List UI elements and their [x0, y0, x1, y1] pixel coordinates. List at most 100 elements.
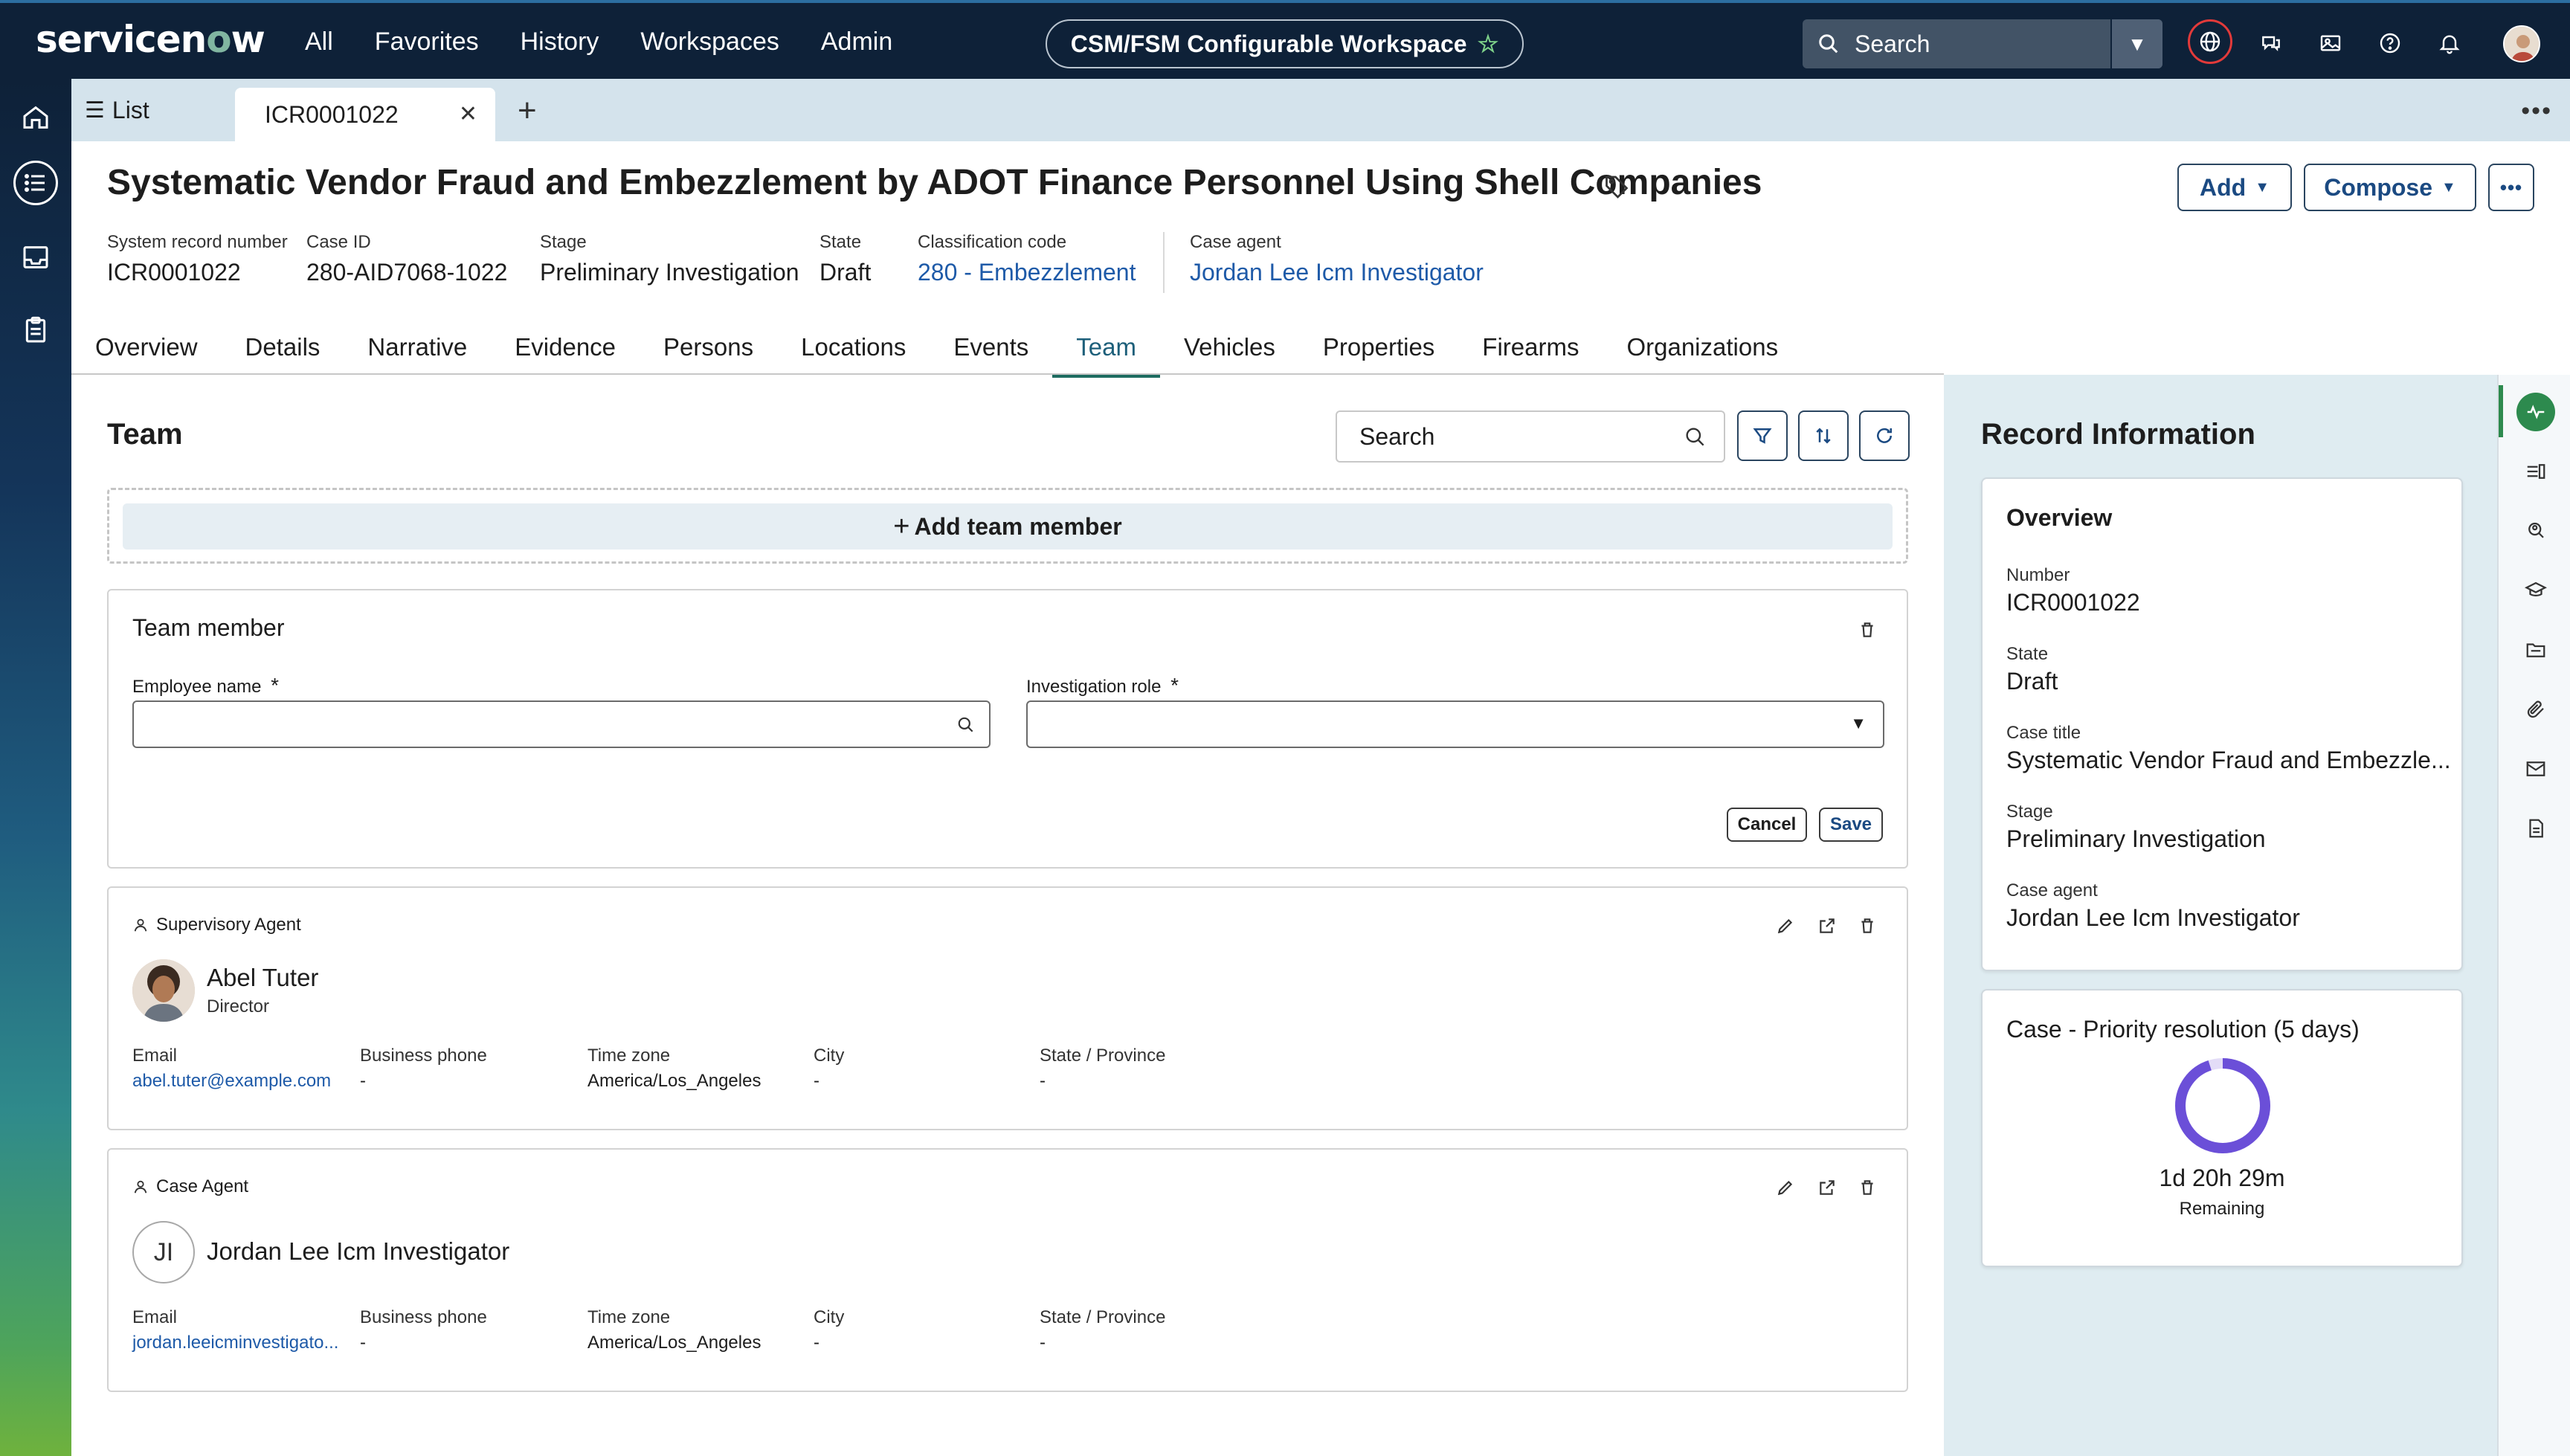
investigation-role-label: Investigation role *	[1026, 674, 1179, 698]
star-icon[interactable]: ☆	[1478, 30, 1499, 58]
attachment-icon[interactable]	[2516, 690, 2555, 729]
add-button[interactable]: Add ▼	[2177, 164, 2292, 211]
field-value: ICR0001022	[107, 259, 241, 286]
tab-evidence[interactable]: Evidence	[515, 333, 640, 378]
info-label: Case title	[2006, 723, 2081, 743]
tab-events[interactable]: Events	[953, 333, 1052, 378]
folder-icon[interactable]	[2516, 631, 2555, 669]
employee-name-input[interactable]	[132, 700, 991, 748]
tab-organizations[interactable]: Organizations	[1626, 333, 1802, 378]
field-label: Classification code	[918, 232, 1067, 252]
tab-firearms[interactable]: Firearms	[1482, 333, 1603, 378]
edit-icon[interactable]	[1776, 1178, 1795, 1197]
trash-icon[interactable]	[1858, 916, 1877, 935]
caret-down-icon: ▼	[1850, 714, 1867, 732]
filter-button[interactable]	[1737, 410, 1788, 461]
tab-vehicles[interactable]: Vehicles	[1184, 333, 1299, 378]
globe-icon[interactable]	[2188, 19, 2232, 64]
hamburger-icon: ☰	[85, 97, 105, 123]
tab-narrative[interactable]: Narrative	[367, 333, 491, 378]
more-actions-button[interactable]: •••	[2488, 164, 2534, 211]
graduation-cap-icon[interactable]	[2516, 571, 2555, 610]
search-person-icon[interactable]	[2516, 512, 2555, 550]
details-icon[interactable]	[2516, 452, 2555, 491]
document-icon[interactable]	[2516, 809, 2555, 848]
global-search[interactable]: Search ▼	[1803, 19, 2162, 68]
person-icon	[134, 918, 147, 932]
add-team-member-label: Add team member	[914, 512, 1122, 540]
field-label: Stage	[540, 232, 587, 252]
tab-team[interactable]: Team	[1052, 333, 1160, 378]
trash-icon[interactable]	[1858, 620, 1877, 640]
member-title: Director	[207, 996, 270, 1017]
servicenow-logo[interactable]: servicenow	[36, 18, 265, 61]
sort-button[interactable]	[1798, 410, 1849, 461]
info-label: State	[2006, 644, 2049, 664]
chevron-down-icon[interactable]: ▼	[2110, 19, 2162, 68]
home-icon[interactable]	[13, 95, 58, 140]
nav-workspaces[interactable]: Workspaces	[640, 28, 779, 57]
global-search-input[interactable]: Search	[1855, 30, 2110, 58]
investigation-role-select[interactable]: ▼	[1026, 700, 1884, 748]
refresh-icon	[1877, 428, 1892, 443]
record-subtabs: Overview Details Narrative Evidence Pers…	[95, 333, 1826, 378]
new-tab-button[interactable]: +	[518, 92, 537, 129]
info-value: Jordan Lee Icm Investigator	[2006, 904, 2300, 931]
open-external-icon[interactable]	[1817, 916, 1837, 935]
workspace-pill[interactable]: CSM/FSM Configurable Workspace ☆	[1046, 19, 1524, 68]
edit-icon[interactable]	[1776, 916, 1795, 935]
trash-icon[interactable]	[1858, 1178, 1877, 1197]
field-label: State	[819, 232, 862, 252]
member-role: Supervisory Agent	[132, 915, 301, 935]
nav-admin[interactable]: Admin	[821, 28, 892, 57]
user-avatar[interactable]	[2503, 25, 2540, 62]
compose-button[interactable]: Compose ▼	[2304, 164, 2476, 211]
open-external-icon[interactable]	[1817, 1178, 1837, 1197]
top-header: servicenow All Favorites History Workspa…	[0, 0, 2570, 79]
chat-icon[interactable]	[2249, 21, 2293, 65]
member-email-link[interactable]: jordan.leeicminvestigato...	[132, 1333, 338, 1353]
tab-list[interactable]: ☰ List	[85, 79, 149, 141]
field-system-record-number: System record number ICR0001022	[107, 232, 288, 286]
help-icon[interactable]	[2368, 21, 2412, 65]
classification-link[interactable]: 280 - Embezzlement	[918, 259, 1136, 286]
form-heading: Team member	[132, 614, 285, 641]
close-icon[interactable]: ✕	[459, 101, 477, 127]
filter-icon	[1753, 428, 1772, 444]
tab-persons[interactable]: Persons	[663, 333, 777, 378]
tabs-bar: ☰ List ICR0001022 ✕ + •••	[71, 79, 2570, 141]
required-mark: *	[271, 674, 280, 697]
member-role: Case Agent	[132, 1176, 248, 1197]
list-icon[interactable]	[13, 161, 58, 205]
media-icon[interactable]	[2308, 21, 2353, 65]
more-icon[interactable]: •••	[2521, 97, 2552, 126]
case-agent-link[interactable]: Jordan Lee Icm Investigator	[1190, 259, 1484, 286]
add-team-member-button[interactable]: + Add team member	[123, 503, 1893, 550]
bell-icon[interactable]	[2427, 21, 2472, 65]
tab-details[interactable]: Details	[245, 333, 344, 378]
member-email-link[interactable]: abel.tuter@example.com	[132, 1071, 331, 1092]
image-mail-icon[interactable]	[2516, 750, 2555, 788]
nav-favorites[interactable]: Favorites	[375, 28, 479, 57]
required-mark: *	[1170, 674, 1179, 697]
clipboard-icon[interactable]	[13, 308, 58, 352]
cancel-button[interactable]: Cancel	[1727, 808, 1807, 842]
tag-icon[interactable]	[1603, 173, 1630, 203]
info-value: Draft	[2006, 668, 2058, 695]
refresh-button[interactable]	[1859, 410, 1910, 461]
member-name: Jordan Lee Icm Investigator	[207, 1237, 510, 1265]
sla-sub: Remaining	[2179, 1199, 2265, 1219]
tab-overview[interactable]: Overview	[95, 333, 222, 378]
nav-all[interactable]: All	[305, 28, 333, 57]
team-search-input[interactable]: Search	[1336, 410, 1725, 463]
save-button[interactable]: Save	[1819, 808, 1883, 842]
nav-history[interactable]: History	[521, 28, 599, 57]
tab-record[interactable]: ICR0001022 ✕	[235, 88, 495, 141]
tab-properties[interactable]: Properties	[1323, 333, 1458, 378]
tab-locations[interactable]: Locations	[801, 333, 930, 378]
sla-time: 1d 20h 29m	[2159, 1165, 2285, 1191]
caret-down-icon: ▼	[2441, 178, 2456, 196]
inbox-icon[interactable]	[13, 235, 58, 280]
info-label: Stage	[2006, 802, 2053, 822]
activity-icon[interactable]	[2516, 393, 2555, 431]
